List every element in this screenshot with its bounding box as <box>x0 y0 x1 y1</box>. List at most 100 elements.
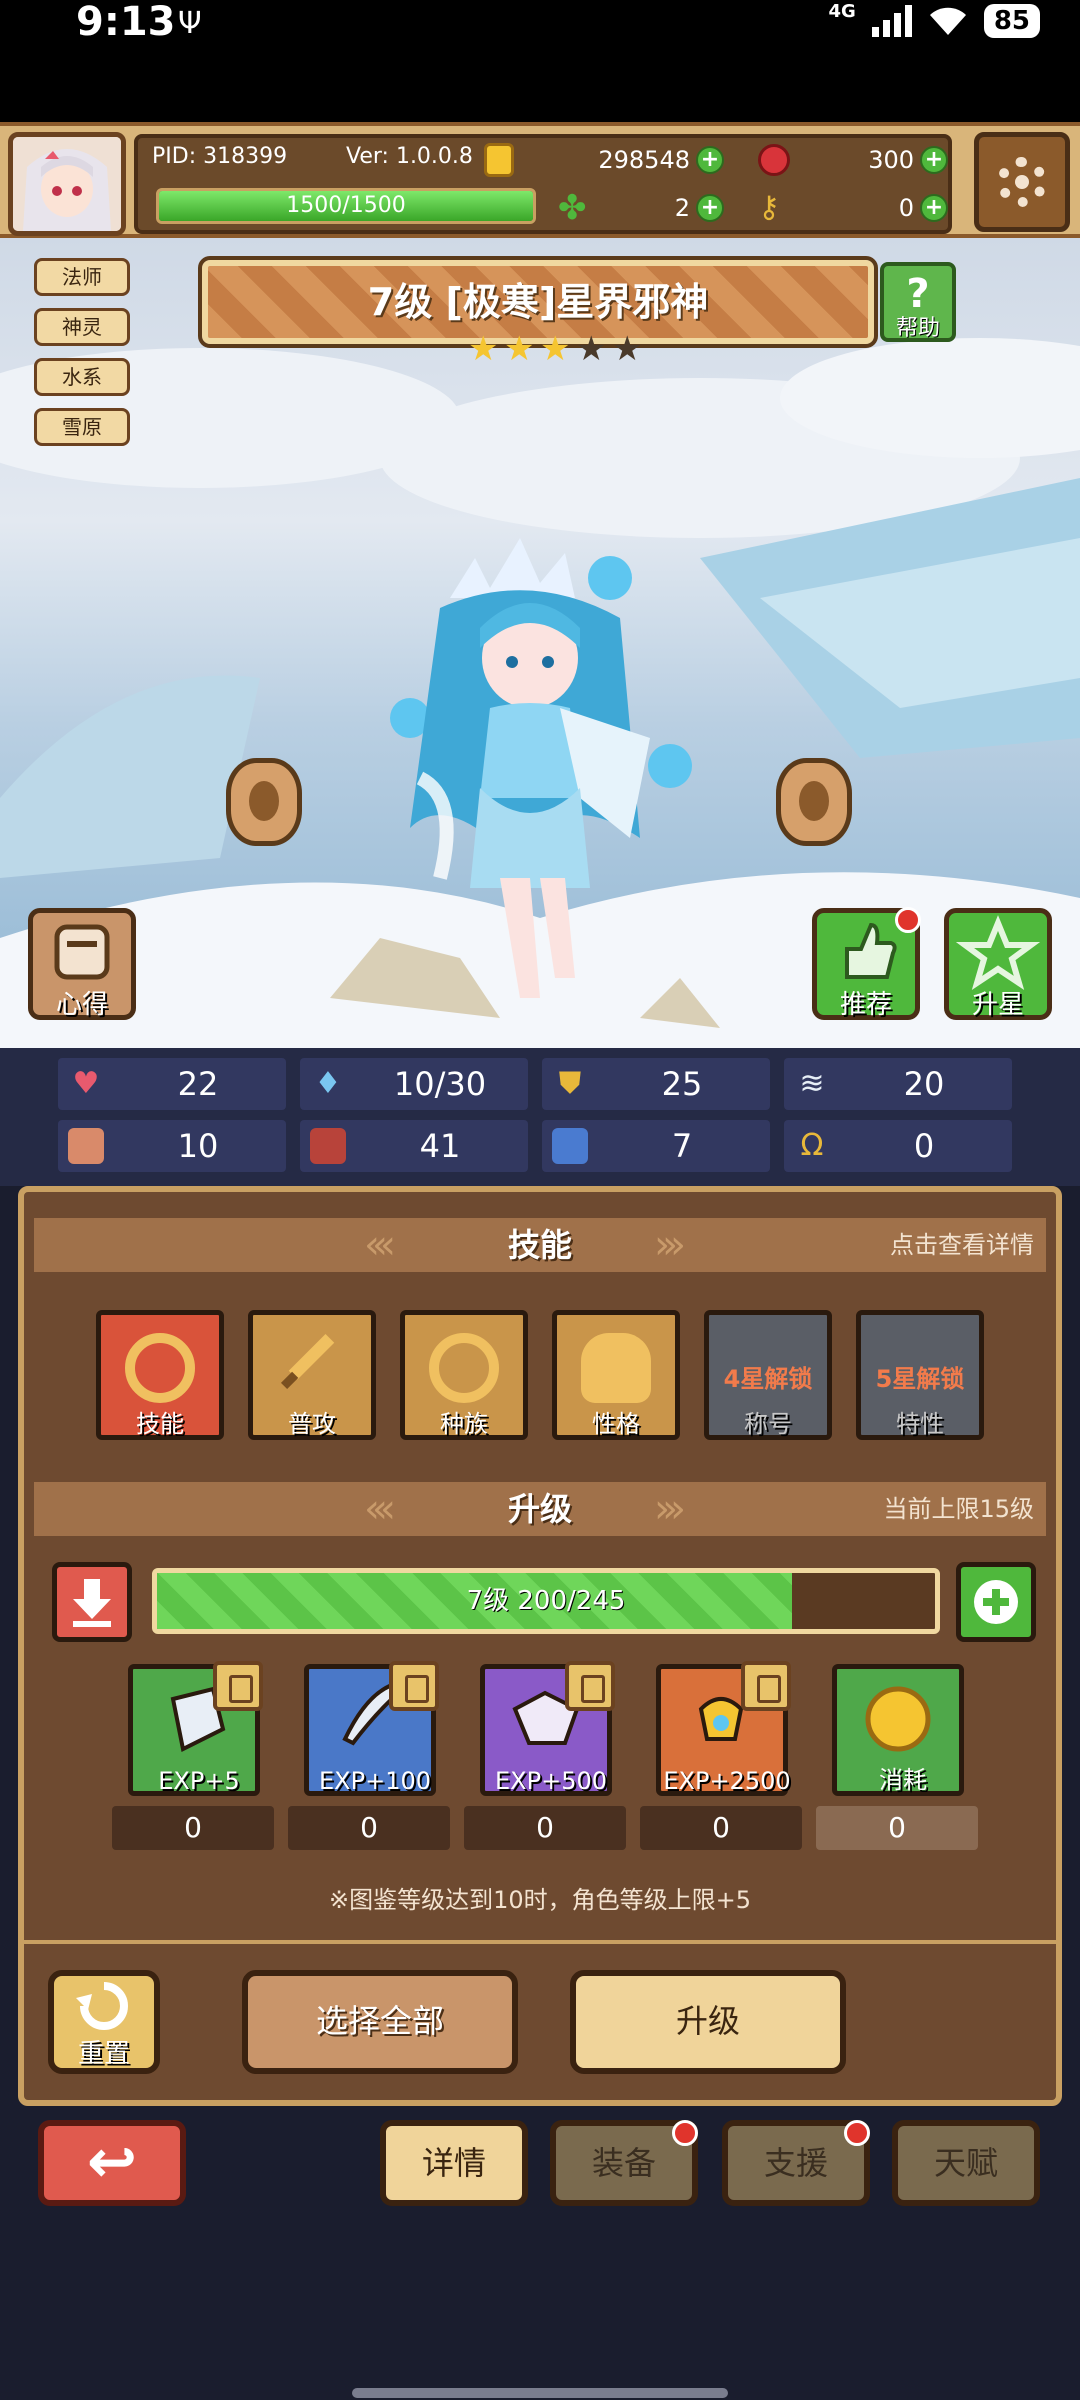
stat-hp: ♥ 22 <box>58 1058 286 1110</box>
reset-icon <box>76 1982 128 2030</box>
network-type: 4G <box>828 0 856 22</box>
exp-5-count: 0 <box>112 1806 274 1850</box>
battery-icon: 85 <box>983 4 1040 38</box>
gold-coin-icon <box>865 1686 931 1752</box>
stat-mana-value: 10/30 <box>393 1065 487 1103</box>
key-resource: ⚷ 0 + <box>758 190 948 226</box>
tab-talent[interactable]: 天赋 <box>892 2120 1040 2206</box>
stat-agility-value: 7 <box>671 1127 693 1165</box>
tab-equipment[interactable]: 装备 <box>550 2120 698 2206</box>
tab-support[interactable]: 支援 <box>722 2120 870 2206</box>
gem-amount: 300 <box>868 146 914 174</box>
gold-coin-icon <box>484 143 514 177</box>
exp-item-5[interactable]: EXP+5 <box>128 1661 263 1796</box>
tag-snowfield[interactable]: 雪原 <box>34 408 130 446</box>
skill-slot-attack[interactable]: 普攻 <box>248 1310 376 1440</box>
key-amount: 0 <box>898 194 914 222</box>
upstar-label: 升星 <box>971 990 1024 1020</box>
reset-label: 重置 <box>77 2039 130 2069</box>
home-indicator[interactable] <box>352 2388 728 2398</box>
skill-slot-race[interactable]: 种族 <box>400 1310 528 1440</box>
xinde-label: 心得 <box>55 990 108 1020</box>
panel-divider <box>24 1940 1056 1944</box>
skill-slot-skill[interactable]: 技能 <box>96 1310 224 1440</box>
upgrade-button[interactable]: 升级 <box>570 1970 846 2074</box>
exp-item-2500[interactable]: EXP+2500 <box>656 1661 791 1796</box>
level-down-button[interactable] <box>52 1562 132 1642</box>
gem-add-button[interactable]: + <box>920 146 948 174</box>
stat-attack: 10 <box>58 1120 286 1172</box>
stat-defense: ⛊ 25 <box>542 1058 770 1110</box>
next-character-button[interactable] <box>776 758 852 846</box>
recommend-notification-dot <box>895 907 921 933</box>
stat-speed: ≋ 20 <box>784 1058 1012 1110</box>
gear-icon <box>997 157 1047 207</box>
key-add-button[interactable]: + <box>920 194 948 222</box>
exp-item-500[interactable]: EXP+500 <box>480 1661 615 1796</box>
exp-item-100[interactable]: EXP+100 <box>304 1661 439 1796</box>
gold-resource: 298548 + <box>484 142 724 178</box>
help-button[interactable]: ? 帮助 <box>880 262 956 342</box>
wifi-icon <box>928 5 968 37</box>
tag-water[interactable]: 水系 <box>34 358 130 396</box>
skill-slot-label: 普攻 <box>288 1410 336 1438</box>
heart-icon: ♥ <box>72 1066 100 1101</box>
support-notification-dot <box>844 2120 870 2146</box>
skill-slot-title-locked[interactable]: 4星解锁 称号 <box>704 1310 832 1440</box>
level-cap-text: 当前上限15级 <box>883 1495 1034 1523</box>
download-arrow-icon <box>73 1579 111 1627</box>
skill-slot-trait-locked[interactable]: 5星解锁 特性 <box>856 1310 984 1440</box>
plus-icon <box>974 1580 1018 1624</box>
stat-mana: ♦ 10/30 <box>300 1058 528 1110</box>
stat-magic-value: 41 <box>419 1127 461 1165</box>
consume-item[interactable]: 消耗 <box>832 1664 964 1796</box>
fist-icon <box>68 1128 104 1164</box>
star-filled-icon: ★ <box>504 329 535 369</box>
character-sprite[interactable] <box>380 538 700 1018</box>
resource-topbar: PID: 318399 Ver: 1.0.0.8 298548 + 300 + … <box>0 122 1080 238</box>
exp-2500-count: 0 <box>640 1806 802 1850</box>
xinde-button[interactable]: 心得 <box>28 908 136 1020</box>
status-time: 9:13 <box>76 0 176 45</box>
star-rating: ★ ★ ★ ★ ★ <box>468 332 646 366</box>
skill-slot-label: 技能 <box>136 1410 184 1438</box>
chevron-right-icon: ››› <box>654 1486 686 1532</box>
settings-button[interactable] <box>974 132 1070 232</box>
level-up-add-button[interactable] <box>956 1562 1036 1642</box>
stamina-bar: 1500/1500 <box>156 188 536 224</box>
recommend-button[interactable]: 推荐 <box>812 907 921 1020</box>
tag-mage[interactable]: 法师 <box>34 258 130 296</box>
star-filled-icon: ★ <box>540 329 571 369</box>
tag-deity[interactable]: 神灵 <box>34 308 130 346</box>
level-progress-bar: 7级 200/245 <box>152 1568 940 1634</box>
status-bar: 9:13 Ψ 4G 85 <box>0 0 1080 122</box>
exp-item-label: 消耗 <box>879 1766 927 1794</box>
stat-attack-value: 10 <box>177 1127 219 1165</box>
recommend-label: 推荐 <box>839 990 892 1020</box>
race-icon <box>429 1333 499 1403</box>
stat-luck-value: 0 <box>913 1127 935 1165</box>
reset-button[interactable]: 重置 <box>48 1970 160 2074</box>
clover-add-button[interactable]: + <box>696 194 724 222</box>
star-filled-icon: ★ <box>468 329 499 369</box>
level-cap-note: ※图鉴等级达到10时，角色等级上限+5 <box>328 1886 752 1914</box>
star-empty-icon: ★ <box>576 329 607 369</box>
consume-count: 0 <box>816 1806 978 1850</box>
skill-icon <box>125 1333 195 1403</box>
lock-badge-icon <box>565 1661 615 1711</box>
resource-panel: PID: 318399 Ver: 1.0.0.8 298548 + 300 + … <box>134 134 952 234</box>
clover-amount: 2 <box>674 194 690 222</box>
stat-agility: 7 <box>542 1120 770 1172</box>
tab-details[interactable]: 详情 <box>380 2120 528 2206</box>
prev-character-button[interactable] <box>226 758 302 846</box>
level-progress-text: 7级 200/245 <box>466 1586 626 1616</box>
skill-slot-label: 称号 <box>744 1410 792 1438</box>
select-all-button[interactable]: 选择全部 <box>242 1970 518 2074</box>
upstar-button[interactable]: 升星 <box>944 908 1052 1020</box>
player-avatar[interactable] <box>8 132 126 236</box>
skill-slot-personality[interactable]: 性格 <box>552 1310 680 1440</box>
stat-hp-value: 22 <box>177 1065 219 1103</box>
skills-detail-hint[interactable]: 点击查看详情 <box>890 1218 1034 1272</box>
back-button[interactable]: ↩ <box>38 2120 186 2206</box>
gold-add-button[interactable]: + <box>696 146 724 174</box>
